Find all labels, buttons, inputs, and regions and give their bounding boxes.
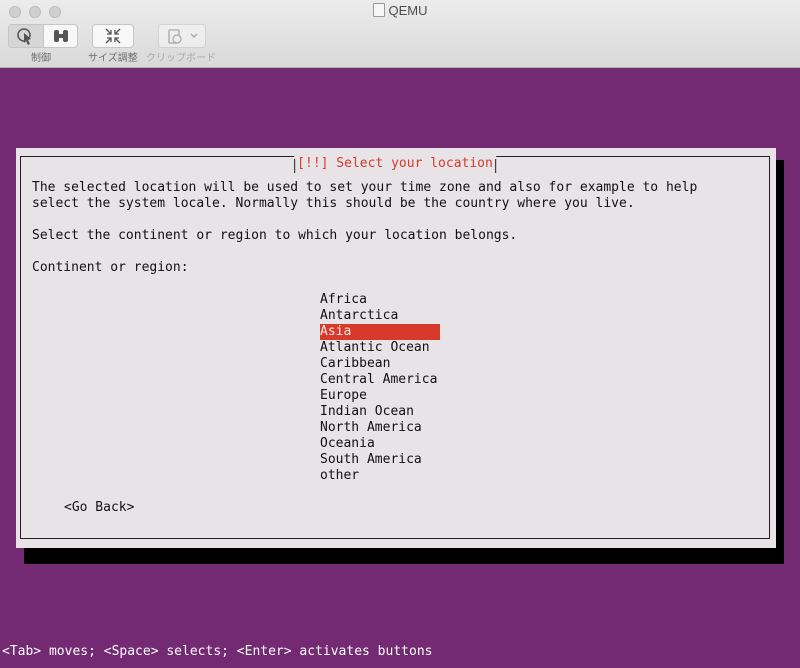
region-option[interactable]: Atlantic Ocean — [320, 340, 440, 356]
pointer-icon — [17, 28, 31, 45]
region-option[interactable]: Indian Ocean — [320, 404, 440, 420]
region-option[interactable]: Asia — [320, 324, 440, 340]
region-option[interactable]: South America — [320, 452, 440, 468]
region-option[interactable]: Antarctica — [320, 308, 440, 324]
help-line: <Tab> moves; <Space> selects; <Enter> ac… — [2, 644, 433, 659]
region-option[interactable]: Africa — [320, 292, 440, 308]
window-titlebar: QEMU 制御 サイズ調整 クリップボード — [0, 0, 800, 68]
region-option[interactable]: North America — [320, 420, 440, 436]
region-option[interactable]: Oceania — [320, 436, 440, 452]
installer-screen: [!!] Select your location The selected l… — [0, 68, 800, 668]
clipboard-button[interactable] — [158, 24, 206, 48]
dialog-title: [!!] Select your location — [294, 156, 496, 173]
clipboard-icon — [168, 29, 198, 44]
go-back-button[interactable]: <Go Back> — [64, 500, 134, 516]
region-list[interactable]: Africa Antarctica Asia Atlantic Ocean Caribb… — [320, 292, 440, 484]
field-label: Continent or region: — [32, 260, 189, 275]
region-option[interactable]: other — [320, 468, 440, 484]
window-title: QEMU — [0, 3, 800, 18]
resize-arrows-icon — [105, 28, 121, 44]
description-line-1: The selected location will be used to se… — [32, 180, 698, 195]
resize-button[interactable] — [92, 24, 134, 48]
binoculars-button[interactable] — [44, 25, 78, 47]
region-option[interactable]: Europe — [320, 388, 440, 404]
resize-label: サイズ調整 — [88, 53, 138, 64]
region-option[interactable]: Central America — [320, 372, 440, 388]
pointer-mode-button[interactable] — [9, 25, 44, 47]
clipboard-label: クリップボード — [146, 53, 216, 64]
control-label: 制御 — [31, 53, 51, 64]
region-prompt: Select the continent or region to which … — [32, 228, 518, 243]
document-icon — [372, 3, 385, 17]
region-option[interactable]: Caribbean — [320, 356, 440, 372]
binoculars-icon — [54, 30, 68, 42]
control-segmented-button[interactable] — [8, 24, 78, 48]
description-line-2: select the system locale. Normally this … — [32, 196, 635, 211]
